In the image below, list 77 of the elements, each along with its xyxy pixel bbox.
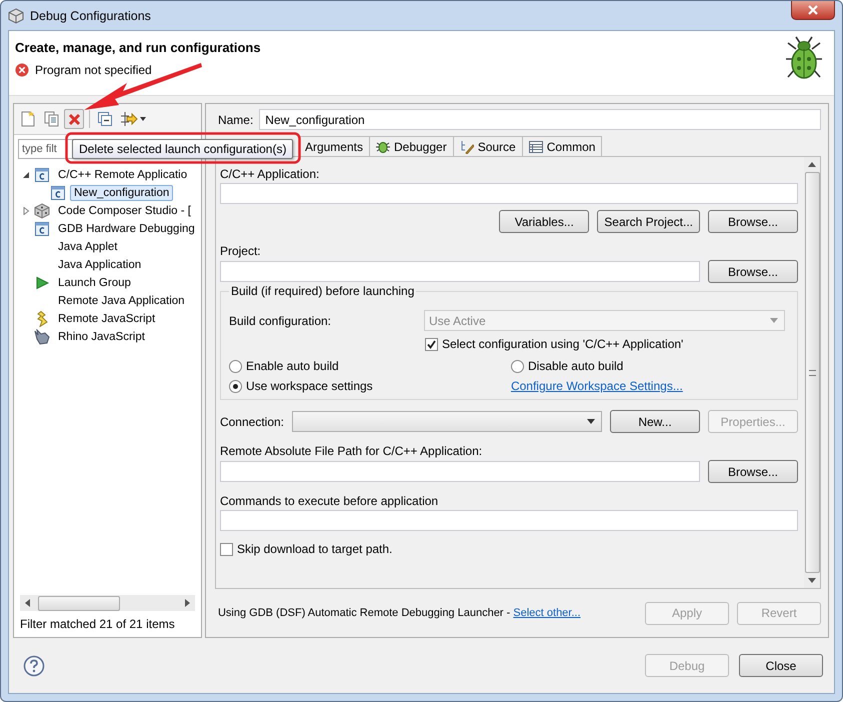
horizontal-scrollbar[interactable] [20,595,195,611]
dropdown-arrow-icon [770,318,778,323]
beetle-icon [784,35,824,81]
cube-icon [8,8,24,24]
push-button[interactable]: Variables... [499,210,590,233]
tab[interactable]: Common [522,136,602,156]
launcher-text: Using GDB (DSF) Automatic Remote Debugging Launcher - Select other... [218,607,581,619]
tab[interactable]: Debugger [370,136,454,156]
radio-label: Disable auto build [528,359,624,373]
dialog-heading: Create, manage, and run configurations [15,40,261,55]
checkbox[interactable] [424,338,438,350]
application-field[interactable] [220,183,798,204]
help-icon[interactable] [23,654,45,676]
tree-item[interactable]: Rhino JavaScript [54,329,149,345]
commands-field[interactable] [220,510,798,531]
push-button[interactable]: New... [610,410,700,433]
bug-icon [376,140,390,154]
tree-item[interactable]: Launch Group [54,275,135,291]
project-field[interactable] [220,261,700,282]
tab[interactable]: Source [454,136,523,156]
push-button[interactable]: Browse... [708,210,798,233]
field-label: C/C++ Application: [220,167,320,181]
close-button[interactable] [791,1,835,20]
checkbox[interactable] [220,542,233,556]
collapse-all-icon[interactable] [95,109,115,129]
radio-button[interactable] [228,380,242,392]
field-label: Commands to execute before application [220,494,440,508]
dropdown-arrow-icon [587,419,595,424]
tooltip: Delete selected launch configuration(s) [72,139,294,159]
name-field[interactable]: New_configuration [259,109,821,130]
checkbox-label: Skip download to target path. [236,542,392,556]
radio-label: Use workspace settings [246,379,373,393]
select-other-link[interactable]: Select other... [513,607,581,619]
play-icon [34,276,50,290]
push-button[interactable]: Search Project... [597,210,700,233]
field-label: Build configuration: [228,314,332,328]
tab[interactable]: Arguments [298,136,370,156]
checkbox-label: Select configuration using 'C/C++ Application' [442,337,684,351]
field-label: Project: [220,244,262,258]
error-message: Program not specified [35,63,152,77]
tree-item[interactable]: Remote JavaScript [54,311,160,327]
expanded-triangle-icon[interactable] [22,171,30,179]
delete-icon[interactable] [64,109,84,129]
radio-label: Enable auto build [246,359,339,373]
cube-icon [34,203,50,219]
filter-status: Filter matched 21 of 21 items [19,616,176,633]
tree-item[interactable]: C/C++ Remote Applicatio [54,167,192,183]
collapsed-triangle-icon[interactable] [22,207,30,215]
configure-link[interactable]: Configure Workspace Settings... [510,379,683,393]
tree-item[interactable]: Code Composer Studio - [ [54,203,195,219]
push-button[interactable]: Browse... [708,260,798,283]
connection-dropdown[interactable] [292,411,602,432]
c-file-icon [50,186,66,200]
vertical-scrollbar[interactable] [804,157,820,588]
source-tree-icon [460,140,474,154]
c-file-icon [34,168,50,182]
radio-button[interactable] [510,360,524,372]
group-title: Build (if required) before launching [228,284,416,298]
close-icon [808,5,818,15]
rhino-icon [34,329,50,345]
window-title: Debug Configurations [30,8,151,22]
tree-item[interactable]: Java Applet [54,239,122,255]
table-icon [528,140,543,152]
field-label: Name: [218,112,254,126]
filter-dropdown-icon[interactable] [118,109,148,129]
error-icon [15,63,29,77]
remote-path-field[interactable] [220,461,700,482]
radio-button[interactable] [228,360,242,372]
push-button[interactable]: Close [739,654,823,677]
tree-item[interactable]: Java Application [54,257,146,273]
tree-item[interactable]: GDB Hardware Debugging [54,221,199,237]
field-label: Remote Absolute File Path for C/C++ Application: [220,444,484,458]
field-label: Connection: [220,414,284,428]
c-file-icon [34,222,50,236]
push-button[interactable]: Browse... [708,460,798,483]
tree-item[interactable]: Remote Java Application [54,293,189,309]
tree-item[interactable]: New_configuration [70,185,174,201]
